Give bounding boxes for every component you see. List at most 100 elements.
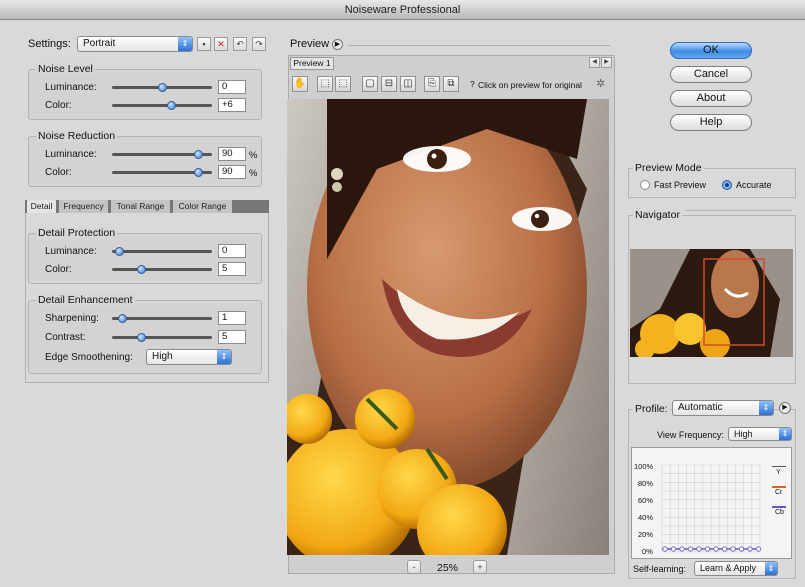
frequency-grid bbox=[661, 464, 762, 553]
settings-preset-select[interactable]: Portrait ⇕ bbox=[77, 36, 193, 52]
fast-preview-radio[interactable] bbox=[640, 180, 650, 190]
navigator-thumbnail[interactable] bbox=[630, 249, 793, 357]
tab-detail[interactable]: Detail bbox=[27, 200, 57, 213]
y-tick-label: 40% bbox=[638, 513, 654, 522]
slider-knob[interactable] bbox=[158, 83, 167, 92]
slider-knob[interactable] bbox=[118, 314, 127, 323]
reduction-color-percent: % bbox=[249, 168, 258, 179]
contrast-slider[interactable] bbox=[112, 333, 212, 342]
curve-control-point[interactable] bbox=[713, 546, 719, 552]
settings-preset-value: Portrait bbox=[83, 38, 116, 49]
preview-options-icon[interactable]: ▶ bbox=[332, 39, 343, 50]
curve-control-point[interactable] bbox=[679, 546, 685, 552]
navigator-title: Navigator bbox=[633, 209, 682, 221]
slider-knob[interactable] bbox=[167, 101, 176, 110]
legend-y: Y bbox=[776, 469, 781, 476]
slider-knob[interactable] bbox=[194, 150, 203, 159]
protection-luminance-field[interactable]: 0 bbox=[218, 244, 246, 258]
protection-color-slider[interactable] bbox=[112, 265, 212, 274]
reduction-luminance-slider[interactable] bbox=[112, 150, 212, 159]
curve-control-point[interactable] bbox=[730, 546, 736, 552]
slider-knob[interactable] bbox=[115, 247, 124, 256]
sharpening-slider[interactable] bbox=[112, 314, 212, 323]
noise-color-slider[interactable] bbox=[112, 101, 212, 110]
duplicate-preview-icon[interactable]: ⧉ bbox=[443, 76, 459, 92]
y-tick-label: 60% bbox=[638, 496, 654, 505]
noise-luminance-slider[interactable] bbox=[112, 83, 212, 92]
undo-icon[interactable]: ↶ bbox=[233, 37, 247, 51]
tab-tonal-range[interactable]: Tonal Range bbox=[111, 200, 171, 213]
redo-icon[interactable]: ↷ bbox=[252, 37, 266, 51]
edge-smoothening-label: Edge Smoothening: bbox=[45, 352, 133, 363]
curve-control-point[interactable] bbox=[747, 546, 753, 552]
sharpening-label: Sharpening: bbox=[45, 313, 99, 324]
protection-luminance-slider[interactable] bbox=[112, 247, 212, 256]
noise-color-field[interactable]: +6 bbox=[218, 98, 246, 112]
select-arrows-icon: ⇕ bbox=[759, 401, 773, 415]
edge-smoothening-select[interactable]: High ⇕ bbox=[146, 349, 232, 365]
detail-protection-group bbox=[28, 233, 262, 284]
y-tick-label: 80% bbox=[638, 479, 654, 488]
new-preview-icon[interactable]: ⎘ bbox=[424, 76, 440, 92]
reduction-luminance-field[interactable]: 90 bbox=[218, 147, 246, 161]
help-hint-icon: ? bbox=[470, 79, 475, 89]
split-vertical-icon[interactable]: ◫ bbox=[400, 76, 416, 92]
hand-tool-icon[interactable]: ✋ bbox=[292, 76, 308, 92]
slider-knob[interactable] bbox=[137, 265, 146, 274]
curve-control-point[interactable] bbox=[662, 546, 668, 552]
zoom-in-button[interactable]: + bbox=[473, 560, 487, 574]
split-horizontal-icon[interactable]: ⊟ bbox=[381, 76, 397, 92]
reduction-luminance-percent: % bbox=[249, 150, 258, 161]
reduction-color-slider[interactable] bbox=[112, 168, 212, 177]
profile-select[interactable]: Automatic ⇕ bbox=[672, 400, 774, 416]
self-learning-select[interactable]: Learn & Apply ⇕ bbox=[694, 561, 778, 576]
accurate-radio[interactable] bbox=[722, 180, 732, 190]
curve-control-point[interactable] bbox=[755, 546, 762, 552]
slider-knob[interactable] bbox=[194, 168, 203, 177]
noise-reduction-group bbox=[28, 136, 262, 187]
marquee-tool-icon[interactable]: ⬚ bbox=[317, 76, 333, 92]
view-frequency-value: High bbox=[734, 429, 753, 439]
tab-scroll-right-icon[interactable]: ▶ bbox=[601, 57, 612, 68]
y-tick-label: 100% bbox=[634, 462, 654, 471]
tab-scroll-left-icon[interactable]: ◀ bbox=[589, 57, 600, 68]
noise-reduction-title: Noise Reduction bbox=[36, 130, 118, 142]
noise-luminance-label: Luminance: bbox=[45, 82, 97, 93]
contrast-field[interactable]: 5 bbox=[218, 330, 246, 344]
tab-preview-1[interactable]: Preview 1 bbox=[290, 57, 334, 70]
curve-control-point[interactable] bbox=[670, 546, 677, 552]
curve-control-point[interactable] bbox=[704, 546, 711, 552]
noise-level-group bbox=[28, 69, 262, 120]
view-frequency-label: View Frequency: bbox=[657, 430, 724, 440]
reduction-color-field[interactable]: 90 bbox=[218, 165, 246, 179]
tab-color-range[interactable]: Color Range bbox=[173, 200, 233, 213]
settings-tabs: Detail Frequency Tonal Range Color Range bbox=[25, 200, 269, 213]
zoom-level: 25% bbox=[437, 562, 459, 574]
tab-frequency[interactable]: Frequency bbox=[59, 200, 109, 213]
slider-knob[interactable] bbox=[137, 333, 146, 342]
curve-control-point[interactable] bbox=[738, 546, 745, 552]
single-view-icon[interactable]: ▢ bbox=[362, 76, 378, 92]
save-preset-icon[interactable]: ▪ bbox=[197, 37, 211, 51]
zoom-out-button[interactable]: - bbox=[407, 560, 421, 574]
about-button[interactable]: About bbox=[670, 90, 752, 107]
noise-luminance-field[interactable]: 0 bbox=[218, 80, 246, 94]
help-button[interactable]: Help bbox=[670, 114, 752, 131]
view-frequency-select[interactable]: High ⇕ bbox=[728, 427, 792, 441]
curve-control-point[interactable] bbox=[687, 546, 694, 552]
ok-button[interactable]: OK bbox=[670, 42, 752, 59]
noise-level-title: Noise Level bbox=[36, 63, 95, 75]
sharpening-field[interactable]: 1 bbox=[218, 311, 246, 325]
marquee-add-tool-icon[interactable]: ⬚ bbox=[335, 76, 351, 92]
protection-color-field[interactable]: 5 bbox=[218, 262, 246, 276]
preview-image[interactable] bbox=[287, 99, 609, 555]
reduction-luminance-label: Luminance: bbox=[45, 149, 97, 160]
profile-options-icon[interactable]: ▶ bbox=[779, 402, 791, 414]
curve-control-point[interactable] bbox=[721, 546, 728, 552]
curve-control-point[interactable] bbox=[696, 546, 702, 552]
frequency-graph[interactable]: 100% 80% 60% 40% 20% 0% Y Cr Cb bbox=[631, 447, 792, 559]
delete-preset-icon[interactable]: ✕ bbox=[214, 37, 228, 51]
cancel-button[interactable]: Cancel bbox=[670, 66, 752, 83]
legend-y-line bbox=[772, 466, 786, 467]
contrast-label: Contrast: bbox=[45, 332, 86, 343]
